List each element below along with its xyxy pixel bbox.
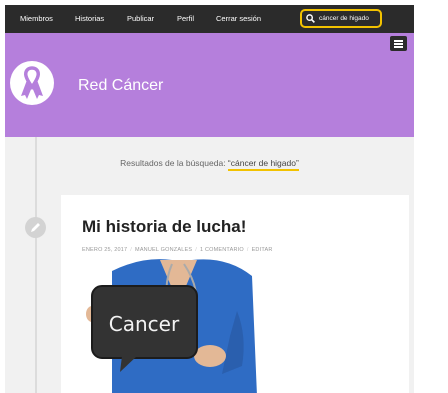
search-input-value[interactable]: cáncer de higado [319, 11, 369, 26]
site-logo[interactable] [10, 61, 54, 105]
search-field[interactable]: cáncer de higado [300, 9, 382, 28]
post-format-badge [25, 217, 46, 238]
cancer-ribbon-icon [21, 66, 43, 99]
site-header: Red Cáncer [5, 33, 414, 137]
image-sign-text: Cancer [109, 312, 180, 336]
site-title[interactable]: Red Cáncer [78, 77, 163, 95]
top-navigation-bar: Miembros Historias Publicar Perfil Cerra… [5, 5, 414, 33]
post-date[interactable]: ENERO 25, 2017 [82, 247, 127, 253]
menu-icon-bar [394, 46, 403, 48]
post-comments-link[interactable]: 1 COMENTARIO [200, 247, 244, 253]
post-edit-link[interactable]: EDITAR [252, 247, 273, 253]
search-results-heading: Resultados de la búsqueda: “cáncer de hi… [5, 158, 414, 171]
pencil-icon [31, 223, 40, 232]
nav-item-miembros[interactable]: Miembros [20, 5, 53, 33]
menu-icon[interactable] [394, 40, 403, 42]
post-title[interactable]: Mi historia de lucha! [82, 217, 246, 237]
search-icon[interactable] [306, 14, 315, 23]
nav-item-historias[interactable]: Historias [75, 5, 104, 33]
menu-icon-bar [394, 43, 403, 45]
timeline-line [35, 137, 37, 393]
post-meta: ENERO 25, 2017/MANUEL GONZALES/1 COMENTA… [82, 247, 273, 253]
post-featured-image[interactable]: Cancer [82, 256, 262, 393]
search-query: “cáncer de higado” [227, 158, 299, 171]
menu-button[interactable] [390, 36, 407, 51]
nav-item-publicar[interactable]: Publicar [127, 5, 154, 33]
post-card: Mi historia de lucha! ENERO 25, 2017/MAN… [61, 195, 409, 393]
post-author[interactable]: MANUEL GONZALES [135, 247, 192, 253]
browser-page: Miembros Historias Publicar Perfil Cerra… [5, 5, 414, 393]
search-results-label: Resultados de la búsqueda: [120, 158, 228, 168]
nav-item-perfil[interactable]: Perfil [177, 5, 194, 33]
nav-item-cerrar-sesion[interactable]: Cerrar sesión [216, 5, 261, 33]
